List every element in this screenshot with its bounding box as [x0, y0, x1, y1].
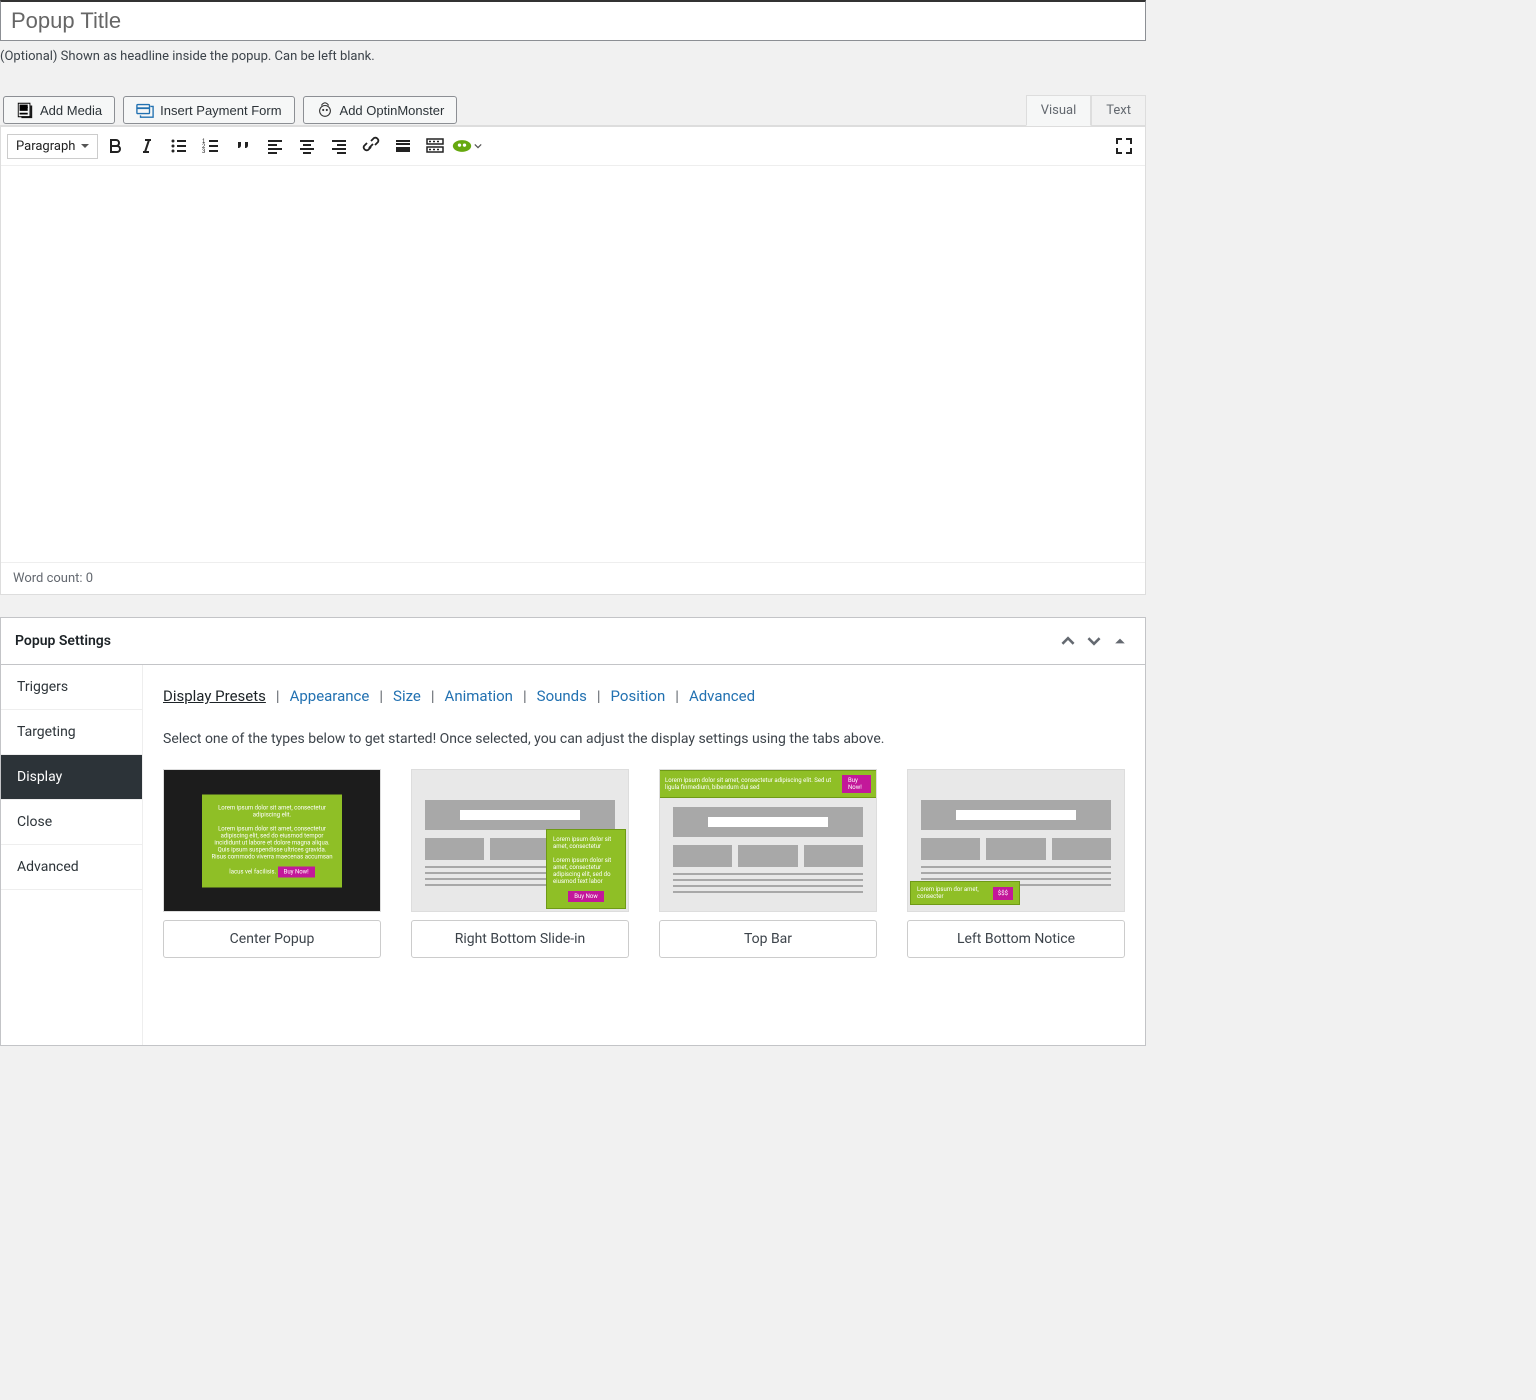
link-button[interactable]	[356, 131, 386, 161]
add-media-label: Add Media	[40, 103, 102, 118]
add-optinmonster-label: Add OptinMonster	[340, 103, 445, 118]
preset-top-bar[interactable]: Lorem ipsum dolor sit amet, consectetur …	[659, 769, 877, 958]
subtab-size[interactable]: Size	[393, 687, 421, 705]
svg-text:3: 3	[202, 149, 206, 155]
tab-text[interactable]: Text	[1091, 95, 1146, 125]
settings-side-tabs: Triggers Targeting Display Close Advance…	[1, 665, 143, 1045]
format-select[interactable]: Paragraph	[7, 134, 98, 159]
fullscreen-button[interactable]	[1109, 131, 1139, 161]
align-right-button[interactable]	[324, 131, 354, 161]
insert-payment-label: Insert Payment Form	[160, 103, 281, 118]
subtab-position[interactable]: Position	[611, 687, 666, 705]
preset-center-popup[interactable]: Lorem ipsum dolor sit amet, consectetur …	[163, 769, 381, 958]
italic-button[interactable]	[132, 131, 162, 161]
subtab-display-presets[interactable]: Display Presets	[163, 687, 266, 705]
preset-label: Right Bottom Slide-in	[411, 920, 629, 958]
align-left-button[interactable]	[260, 131, 290, 161]
plugin-button[interactable]	[452, 131, 482, 161]
word-count: 0	[86, 571, 93, 586]
numbered-list-button[interactable]: 123	[196, 131, 226, 161]
preset-label: Center Popup	[163, 920, 381, 958]
sidebar-item-targeting[interactable]: Targeting	[1, 710, 142, 755]
payment-form-icon	[136, 101, 154, 119]
popup-title-hint: (Optional) Shown as headline inside the …	[0, 41, 1146, 68]
read-more-button[interactable]	[388, 131, 418, 161]
preset-cta: Buy Now!	[278, 866, 315, 877]
bullet-list-button[interactable]	[164, 131, 194, 161]
panel-title: Popup Settings	[15, 633, 1053, 649]
sidebar-item-triggers[interactable]: Triggers	[1, 665, 142, 710]
bold-button[interactable]	[100, 131, 130, 161]
editor-textarea[interactable]	[1, 166, 1145, 558]
preset-cta: Buy Now	[568, 891, 604, 902]
optinmonster-icon	[316, 101, 334, 119]
kitchen-sink-button[interactable]	[420, 131, 450, 161]
preset-label: Left Bottom Notice	[907, 920, 1125, 958]
insert-payment-button[interactable]: Insert Payment Form	[123, 96, 294, 124]
panel-down-icon[interactable]	[1083, 630, 1105, 652]
panel-collapse-icon[interactable]	[1109, 630, 1131, 652]
preset-right-bottom-slidein[interactable]: Lorem ipsum dolor sit amet, consectetur …	[411, 769, 629, 958]
editor-footer: Word count: 0	[1, 562, 1145, 594]
preset-cta: $$$	[993, 887, 1013, 900]
blockquote-button[interactable]	[228, 131, 258, 161]
add-optinmonster-button[interactable]: Add OptinMonster	[303, 96, 458, 124]
panel-header: Popup Settings	[1, 618, 1145, 665]
popup-title-input[interactable]	[0, 0, 1146, 41]
preset-label: Top Bar	[659, 920, 877, 958]
tab-visual[interactable]: Visual	[1026, 95, 1092, 126]
editor-toolbar: Paragraph 123	[1, 127, 1145, 166]
eye-icon	[452, 138, 472, 154]
subtab-appearance[interactable]: Appearance	[290, 687, 370, 705]
preset-cta: Buy Now!	[842, 775, 871, 793]
word-count-label: Word count:	[13, 571, 86, 586]
panel-up-icon[interactable]	[1057, 630, 1079, 652]
align-center-button[interactable]	[292, 131, 322, 161]
presets-help-text: Select one of the types below to get sta…	[163, 731, 1125, 747]
add-media-button[interactable]: Add Media	[3, 96, 115, 124]
subtab-animation[interactable]: Animation	[445, 687, 513, 705]
subtab-sounds[interactable]: Sounds	[537, 687, 587, 705]
media-icon	[16, 101, 34, 119]
settings-content: Display Presets | Appearance | Size | An…	[143, 665, 1145, 1045]
sidebar-item-display[interactable]: Display	[1, 755, 142, 800]
sidebar-item-advanced[interactable]: Advanced	[1, 845, 142, 890]
subtab-advanced[interactable]: Advanced	[689, 687, 755, 705]
popup-settings-panel: Popup Settings Triggers Targeting Displa…	[0, 617, 1146, 1046]
editor: Paragraph 123 Word count: 0	[0, 126, 1146, 595]
preset-left-bottom-notice[interactable]: Lorem ipsum dor amet, consecter $$$ Left…	[907, 769, 1125, 958]
display-subtabs: Display Presets | Appearance | Size | An…	[163, 687, 1125, 705]
sidebar-item-close[interactable]: Close	[1, 800, 142, 845]
preset-grid: Lorem ipsum dolor sit amet, consectetur …	[163, 769, 1125, 958]
